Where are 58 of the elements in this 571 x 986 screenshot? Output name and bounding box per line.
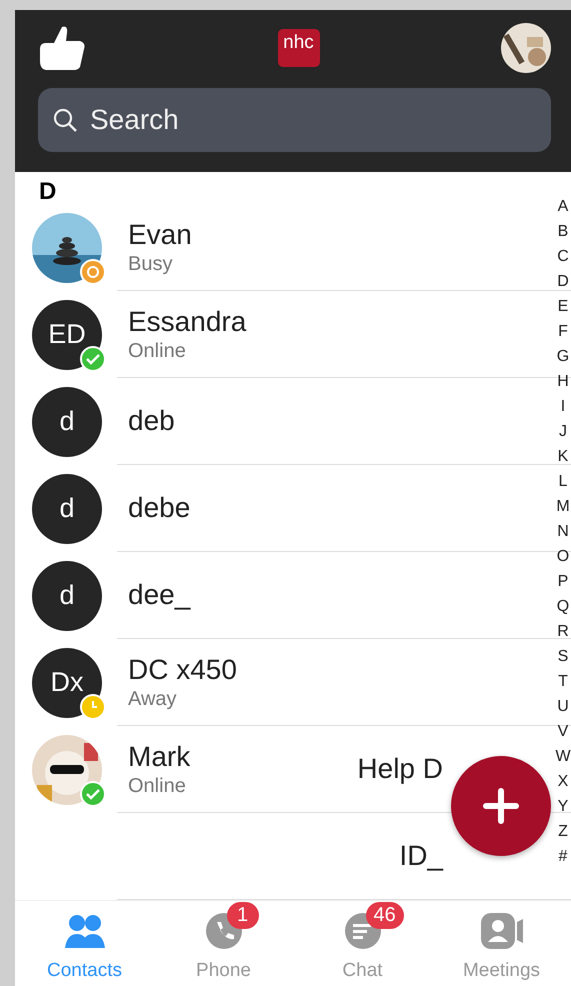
count-badge: 1 bbox=[226, 902, 258, 929]
contact-detail: Help D bbox=[357, 753, 443, 786]
avatar: ED bbox=[32, 300, 102, 370]
index-letter[interactable]: X bbox=[558, 769, 568, 794]
contact-name[interactable]: dee_ bbox=[128, 579, 443, 612]
add-button[interactable] bbox=[451, 756, 551, 856]
contact-detail: ID_ bbox=[399, 840, 443, 872]
plus-icon bbox=[483, 788, 519, 824]
index-letter[interactable]: P bbox=[558, 569, 568, 594]
avatar: d bbox=[32, 386, 102, 457]
people-icon bbox=[62, 914, 106, 950]
index-letter[interactable]: T bbox=[558, 669, 568, 694]
avatar: d bbox=[32, 560, 102, 631]
index-letter[interactable]: Z bbox=[558, 819, 568, 844]
count-badge: 46 bbox=[366, 902, 404, 929]
contact-name[interactable]: Mark bbox=[128, 740, 358, 773]
search-field[interactable]: Search bbox=[38, 88, 551, 152]
section-header: D bbox=[38, 177, 58, 204]
index-letter[interactable]: # bbox=[558, 844, 568, 870]
contact-status: Away bbox=[128, 688, 178, 711]
index-letter[interactable]: O bbox=[556, 544, 570, 570]
index-letter[interactable]: G bbox=[556, 344, 570, 370]
index-letter[interactable]: A bbox=[558, 194, 568, 220]
index-letter[interactable]: I bbox=[560, 394, 566, 420]
avatar: d bbox=[32, 474, 102, 544]
contact-name[interactable]: Evan bbox=[128, 218, 443, 251]
index-letter[interactable]: B bbox=[558, 219, 568, 244]
contact-status: Online bbox=[128, 340, 187, 363]
contact-name[interactable]: Essandra bbox=[128, 306, 443, 338]
index-letter[interactable]: H bbox=[557, 369, 569, 394]
video-camera-icon bbox=[480, 912, 524, 950]
tab[interactable]: 46 Chat bbox=[293, 901, 432, 986]
contact-status: Busy bbox=[128, 252, 174, 276]
tab[interactable]: 1 Phone bbox=[154, 901, 293, 986]
index-letter[interactable]: U bbox=[557, 694, 569, 720]
contact-name[interactable]: debe bbox=[128, 492, 443, 524]
index-letter[interactable]: Q bbox=[556, 594, 570, 620]
index-letter[interactable]: F bbox=[558, 319, 568, 344]
contact-status: Online bbox=[128, 774, 187, 798]
index-letter[interactable]: S bbox=[558, 644, 568, 670]
index-letter[interactable]: W bbox=[555, 744, 571, 770]
index-letter[interactable]: D bbox=[557, 269, 569, 294]
index-letter[interactable]: J bbox=[559, 419, 567, 444]
index-letter[interactable]: C bbox=[557, 244, 569, 270]
thumbs-up-icon[interactable] bbox=[38, 25, 86, 71]
index-letter[interactable]: N bbox=[557, 519, 569, 544]
avatar: Dx bbox=[32, 648, 102, 718]
index-letter[interactable]: E bbox=[558, 294, 568, 320]
index-letter[interactable]: L bbox=[558, 469, 568, 494]
search-icon bbox=[52, 107, 78, 133]
logo: nhc bbox=[278, 29, 320, 67]
contact-name[interactable]: DC x450 bbox=[128, 654, 443, 686]
index-letter[interactable]: R bbox=[557, 619, 569, 644]
index-letter[interactable]: V bbox=[558, 719, 568, 744]
contact-name[interactable]: deb bbox=[128, 405, 443, 438]
index-letter[interactable]: M bbox=[556, 494, 570, 520]
index-letter[interactable]: K bbox=[558, 444, 568, 470]
index-letter[interactable]: Y bbox=[558, 794, 568, 820]
